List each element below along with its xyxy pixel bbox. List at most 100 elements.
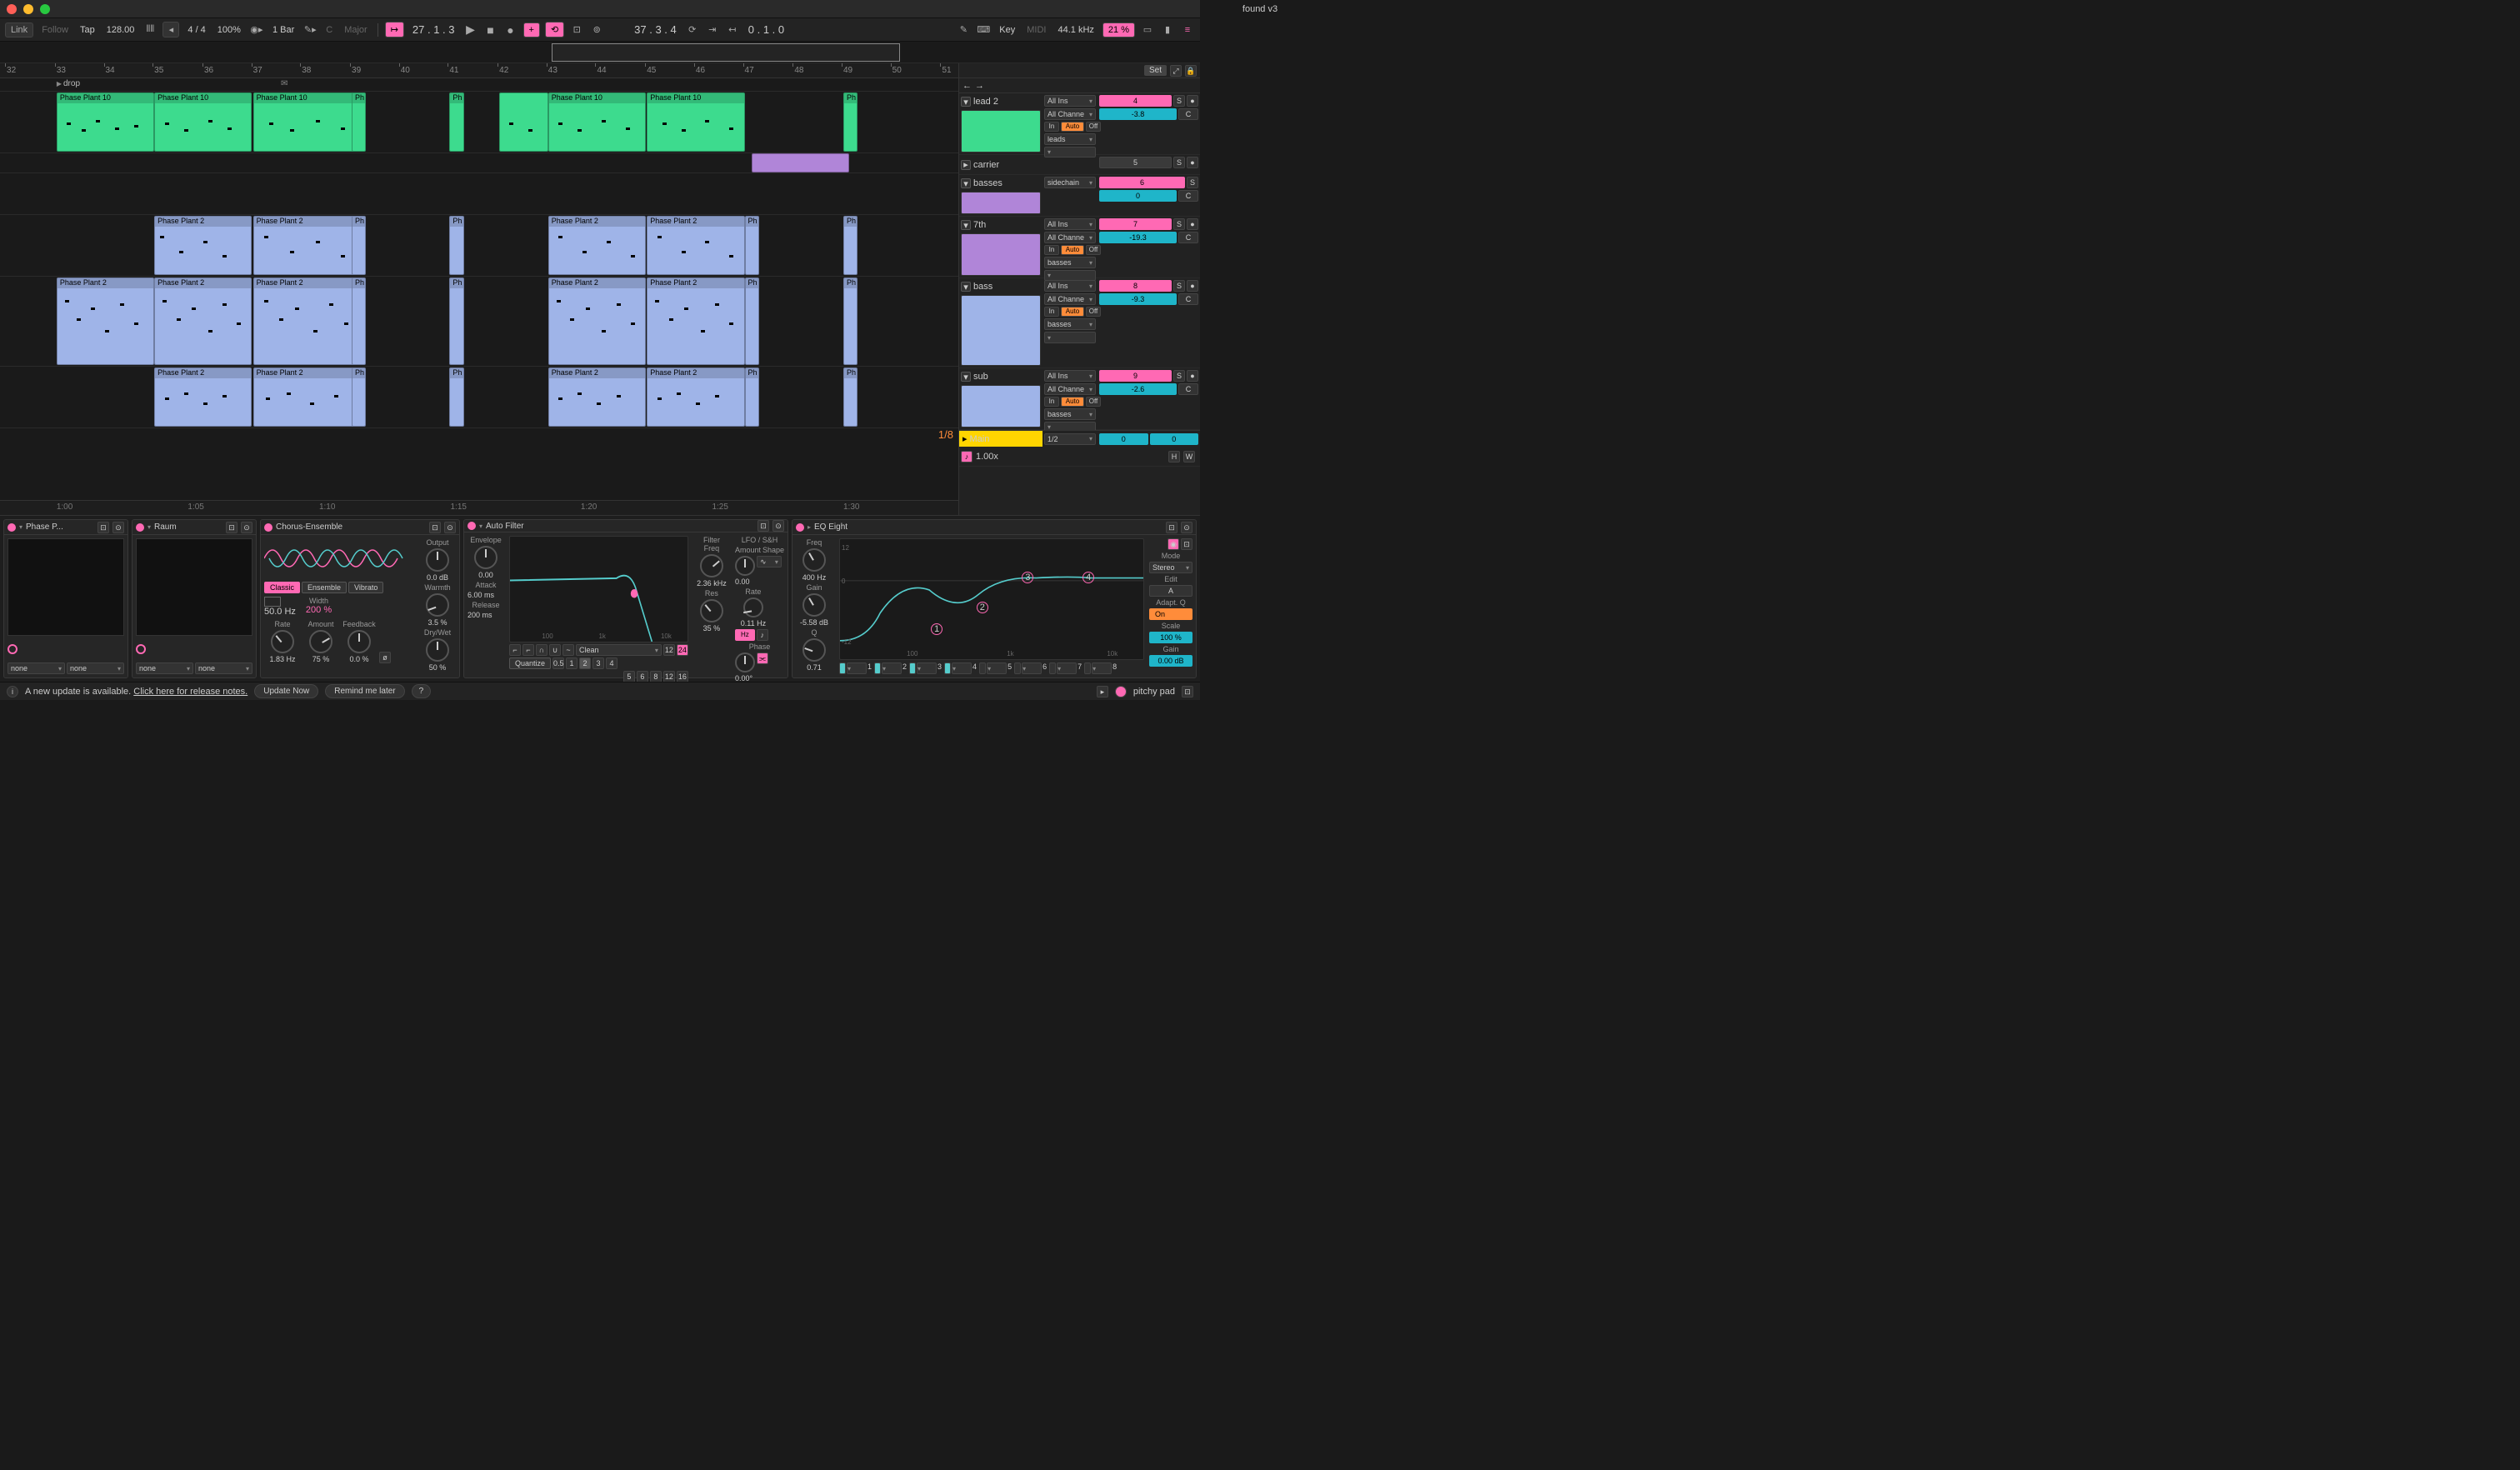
chorus-mode-vibrato[interactable]: Vibrato — [348, 582, 383, 593]
pan-field[interactable]: C — [1178, 383, 1198, 395]
volume-field[interactable]: -2.6 — [1099, 383, 1177, 395]
eq-band-enable[interactable] — [1049, 662, 1056, 674]
clip[interactable] — [499, 92, 548, 152]
macro-knob[interactable] — [8, 644, 18, 654]
release-notes-link[interactable]: Click here for release notes. — [133, 687, 248, 697]
filter-bandpass-icon[interactable]: ∩ — [536, 644, 548, 656]
solo-button[interactable]: S — [1187, 177, 1198, 188]
tempo-automation-icon[interactable]: ♪ — [961, 451, 972, 462]
clip[interactable]: Ph — [843, 368, 858, 427]
nav-left-icon[interactable]: ← — [962, 81, 972, 91]
lane-carrier[interactable] — [0, 153, 958, 173]
clip[interactable]: Phase Plant 2 — [57, 278, 154, 365]
session-record-button[interactable]: ⊚ — [589, 22, 604, 38]
record-button[interactable]: ● — [503, 22, 518, 38]
fold-button[interactable]: ▾ — [961, 372, 971, 382]
play-button[interactable]: ▶ — [463, 22, 478, 38]
arrangement-overview[interactable] — [0, 42, 1200, 63]
lock-icon[interactable]: 🔒 — [1185, 65, 1197, 77]
output-dropdown[interactable]: basses — [1044, 257, 1096, 268]
chorus-rate-knob[interactable] — [271, 630, 294, 653]
clip[interactable]: Phase Plant 10 — [647, 92, 744, 152]
info-icon[interactable]: i — [7, 686, 18, 698]
nav-right-icon[interactable]: → — [975, 81, 984, 91]
loop-length[interactable]: 0 . 1 . 0 — [745, 23, 788, 36]
af-lfo-amount-knob[interactable] — [735, 556, 755, 576]
clip[interactable]: Ph — [352, 92, 366, 152]
metronome-button[interactable]: ◉▸ — [249, 22, 264, 38]
draw-mode-button[interactable]: ✎▸ — [302, 22, 318, 38]
status-expand-icon[interactable]: ⊡ — [1182, 686, 1193, 698]
track-name[interactable]: basses — [973, 178, 1002, 188]
eq-edit-field[interactable]: A — [1149, 585, 1192, 597]
eq-band-type-dropdown[interactable] — [1092, 662, 1112, 674]
grid-fraction[interactable]: 1/8 — [938, 428, 953, 441]
chorus-drywet-knob[interactable] — [426, 638, 449, 662]
eq-band-enable[interactable] — [874, 662, 881, 674]
af-quant-btn[interactable]: 16 — [677, 671, 688, 682]
af-quant-btn[interactable]: 0.5 — [552, 658, 564, 669]
filter-morph-icon[interactable]: ~ — [562, 644, 574, 656]
eq-display[interactable]: 1 2 3 4 12 0 -12 100 1k 10k — [839, 538, 1144, 660]
clip[interactable]: Phase Plant 2 — [647, 368, 744, 427]
cue-volume[interactable]: 0 — [1099, 433, 1148, 445]
expand-icon[interactable]: ⤢ — [1170, 65, 1182, 77]
af-release-field[interactable]: 200 ms — [468, 611, 504, 619]
clip[interactable]: Ph — [449, 92, 463, 152]
follow-button[interactable]: Follow — [38, 25, 72, 35]
output-dropdown[interactable]: leads — [1044, 133, 1096, 145]
volume-field[interactable]: -19.3 — [1099, 232, 1177, 243]
eq-adaptq-button[interactable]: On — [1149, 608, 1192, 620]
input-dropdown[interactable]: All Ins — [1044, 218, 1096, 230]
af-lfo-hz-button[interactable]: Hz — [735, 629, 755, 641]
af-slope-12-button[interactable]: 12 — [663, 644, 675, 656]
device-power-button[interactable] — [468, 522, 476, 530]
filter-lowpass-icon[interactable]: ⌐ — [509, 644, 521, 656]
eq-audition-button[interactable]: ◉ — [1168, 538, 1179, 550]
fold-button[interactable]: ▾ — [961, 97, 971, 107]
af-quant-btn[interactable]: 4 — [606, 658, 618, 669]
clip[interactable]: Ph — [843, 92, 858, 152]
af-phase-knob[interactable] — [735, 652, 755, 672]
clip[interactable]: Phase Plant 2 — [647, 216, 744, 275]
input-channel-dropdown[interactable]: All Channe — [1044, 232, 1096, 243]
output-dropdown[interactable]: 1/2 — [1044, 433, 1096, 445]
automation-arm-button[interactable]: ⟲ — [545, 22, 564, 38]
track-name[interactable]: lead 2 — [973, 97, 998, 107]
arm-button[interactable]: ● — [1187, 157, 1198, 168]
track-activator[interactable]: 4 — [1099, 95, 1172, 107]
eq-band-type-dropdown[interactable] — [952, 662, 972, 674]
input-dropdown[interactable]: All Ins — [1044, 370, 1096, 382]
af-quant-btn[interactable]: 1 — [566, 658, 578, 669]
track-activator[interactable]: 6 — [1099, 177, 1185, 188]
track-name[interactable]: carrier — [973, 160, 999, 170]
eq-freq-knob[interactable] — [802, 548, 826, 572]
locator-row[interactable]: drop ✉ — [0, 78, 958, 92]
af-circuit-dropdown[interactable]: Clean — [576, 644, 662, 656]
clip[interactable]: Phase Plant 2 — [548, 216, 646, 275]
eq-band-1[interactable]: 1 — [931, 623, 942, 635]
set-button[interactable]: Set — [1144, 65, 1167, 76]
pencil-icon[interactable]: ✎ — [956, 22, 971, 38]
chorus-amount-knob[interactable] — [309, 630, 332, 653]
device-save-icon[interactable]: ⊡ — [429, 522, 441, 533]
device-expand-icon[interactable]: ⊙ — [112, 522, 124, 533]
af-quant-btn[interactable]: 2 — [579, 658, 591, 669]
volume-field[interactable]: 0 — [1099, 190, 1177, 202]
eq-band-enable[interactable] — [1014, 662, 1021, 674]
link-button[interactable]: Link — [5, 22, 33, 38]
clip[interactable]: Ph — [449, 278, 463, 365]
fold-button[interactable]: ▾ — [961, 282, 971, 292]
eq-band-2[interactable]: 2 — [977, 602, 988, 613]
quantize-menu[interactable]: 1 Bar — [269, 25, 298, 35]
key-map-button[interactable]: Key — [996, 25, 1018, 35]
af-envelope-knob[interactable] — [474, 546, 498, 569]
chorus-output-knob[interactable] — [426, 548, 449, 572]
capture-button[interactable]: ⊡ — [569, 22, 584, 38]
metronome-icon[interactable]: ⦀⦀ — [142, 22, 158, 38]
arm-button[interactable]: ● — [1187, 95, 1198, 107]
time-signature-field[interactable]: 4 / 4 — [184, 25, 208, 35]
device-power-button[interactable] — [264, 523, 272, 532]
macro-knob[interactable] — [136, 644, 146, 654]
af-lfo-shape-dropdown[interactable]: ∿ — [757, 556, 782, 568]
